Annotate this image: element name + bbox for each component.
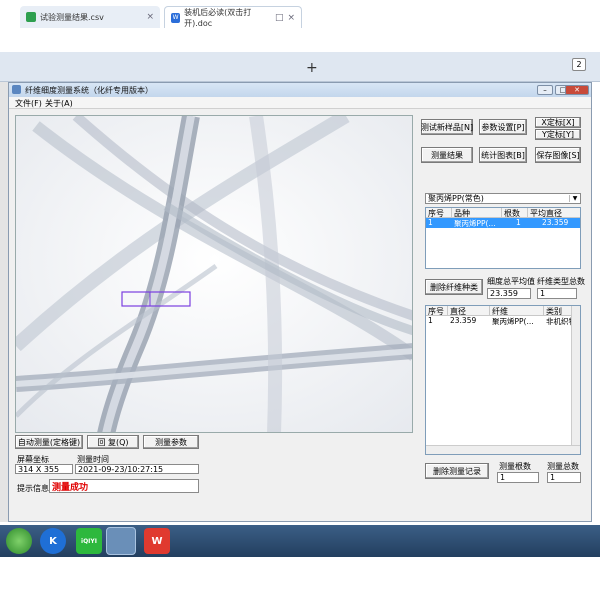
title-bar: 纤维细度测量系统（化纤专用版本） – □ ✕ — [9, 83, 591, 97]
variety-select[interactable]: 聚丙烯PP(常色) ▼ — [425, 193, 581, 204]
close-button[interactable]: ✕ — [565, 85, 589, 95]
fiber-image — [16, 116, 412, 432]
wps-icon[interactable]: W — [144, 528, 170, 554]
k-app-icon[interactable]: K — [40, 528, 66, 554]
tab-label: 试验测量结果.csv — [40, 12, 104, 22]
type-total-field: 1 — [537, 288, 577, 299]
menu-file[interactable]: 文件(F) — [15, 98, 42, 109]
variety-select-value: 聚丙烯PP(常色) — [428, 194, 484, 203]
taskbar: K iQIYI W — [0, 525, 600, 557]
delete-record-button[interactable]: 删除测量记录 — [425, 463, 489, 479]
measure-time-field: 2021-09-23/10:27:15 — [75, 464, 199, 474]
tab-label: 装机后必读(双击打开).doc — [184, 7, 252, 28]
column-header[interactable]: 纤维 — [490, 306, 544, 316]
variety-table[interactable]: 序号 品种 根数 平均直径 1 聚丙烯PP(... 1 23.359 — [425, 207, 581, 269]
column-header[interactable]: 直径 — [448, 306, 490, 316]
horizontal-scrollbar[interactable] — [426, 445, 580, 454]
delete-variety-button[interactable]: 删除纤维种类 — [425, 279, 483, 295]
measure-total-label: 测量总数 — [547, 462, 579, 471]
new-tab-button[interactable]: + — [306, 60, 318, 76]
tab-csv-file[interactable]: 试验测量结果.csv × — [20, 6, 160, 28]
table-cell: 1 — [428, 316, 433, 325]
browser-tab-strip — [0, 52, 600, 82]
chevron-down-icon[interactable]: ▼ — [569, 195, 580, 202]
window-title: 纤维细度测量系统（化纤专用版本） — [25, 86, 153, 95]
table-cell: 1 — [428, 218, 433, 227]
restore-button[interactable]: 回 复(Q) — [87, 435, 139, 449]
column-header[interactable]: 序号 — [426, 208, 452, 218]
word-file-icon: W — [171, 12, 181, 23]
fineness-avg-label: 细度总平均值 — [487, 277, 535, 286]
column-header[interactable]: 序号 — [426, 306, 448, 316]
measure-app-icon[interactable] — [106, 527, 136, 555]
table-cell: 23.359 — [450, 316, 477, 325]
measure-count-label: 测量根数 — [499, 462, 531, 471]
params-button[interactable]: 参数设置[P] — [479, 119, 527, 135]
table-cell: 1 — [516, 218, 521, 227]
table-cell: 聚丙烯PP(... — [492, 317, 534, 326]
measure-total-field: 1 — [547, 472, 581, 483]
hint-message: 测量成功 — [49, 479, 199, 493]
auto-measure-button[interactable]: 自动测量(定格键) — [15, 435, 83, 449]
microscope-image-view[interactable] — [15, 115, 413, 433]
app-window: 纤维细度测量系统（化纤专用版本） – □ ✕ 文件(F) 关于(A) 测试新样品… — [8, 82, 592, 522]
close-icon[interactable]: × — [287, 13, 295, 23]
hint-label: 提示信息 — [17, 484, 49, 493]
screen-coord-field: 314 X 355 — [15, 464, 73, 474]
table-cell: 23.359 — [542, 218, 569, 227]
tab-count-badge[interactable]: 2 — [572, 58, 586, 71]
y-calibrate-button[interactable]: Y定标[Y] — [535, 129, 581, 140]
column-header[interactable]: 平均直径 — [528, 208, 580, 218]
vertical-scrollbar[interactable] — [571, 306, 580, 446]
table-cell: 聚丙烯PP(... — [454, 219, 496, 228]
csv-file-icon — [26, 12, 36, 22]
menu-about[interactable]: 关于(A) — [45, 98, 73, 109]
start-orb-icon[interactable] — [6, 528, 32, 554]
x-calibrate-button[interactable]: X定标[X] — [535, 117, 581, 128]
background-app-edge — [0, 82, 8, 522]
type-total-label: 纤维类型总数 — [537, 277, 585, 286]
results-button[interactable]: 测量结果 — [421, 147, 473, 163]
stats-chart-button[interactable]: 统计图表[B] — [479, 147, 527, 163]
measure-params-button[interactable]: 测量参数 — [143, 435, 199, 449]
measure-new-sample-button[interactable]: 测试新样品[N] — [421, 119, 473, 135]
save-image-button[interactable]: 保存图像[S] — [535, 147, 581, 163]
tab-doc-file[interactable]: W 装机后必读(双击打开).doc □ × — [164, 6, 302, 28]
app-icon — [12, 85, 21, 94]
column-header[interactable]: 品种 — [452, 208, 502, 218]
fineness-avg-field: 23.359 — [487, 288, 531, 299]
measurement-detail-table[interactable]: 序号 直径 纤维 类别 1 23.359 聚丙烯PP(... 非机织物 — [425, 305, 581, 455]
close-icon[interactable]: × — [146, 12, 154, 22]
reading-mode-icon[interactable]: □ — [275, 13, 284, 23]
minimize-button[interactable]: – — [537, 85, 553, 95]
column-header[interactable]: 根数 — [502, 208, 528, 218]
iqiyi-icon[interactable]: iQIYI — [76, 528, 102, 554]
measure-count-field: 1 — [497, 472, 539, 483]
menu-bar: 文件(F) 关于(A) — [9, 97, 591, 109]
